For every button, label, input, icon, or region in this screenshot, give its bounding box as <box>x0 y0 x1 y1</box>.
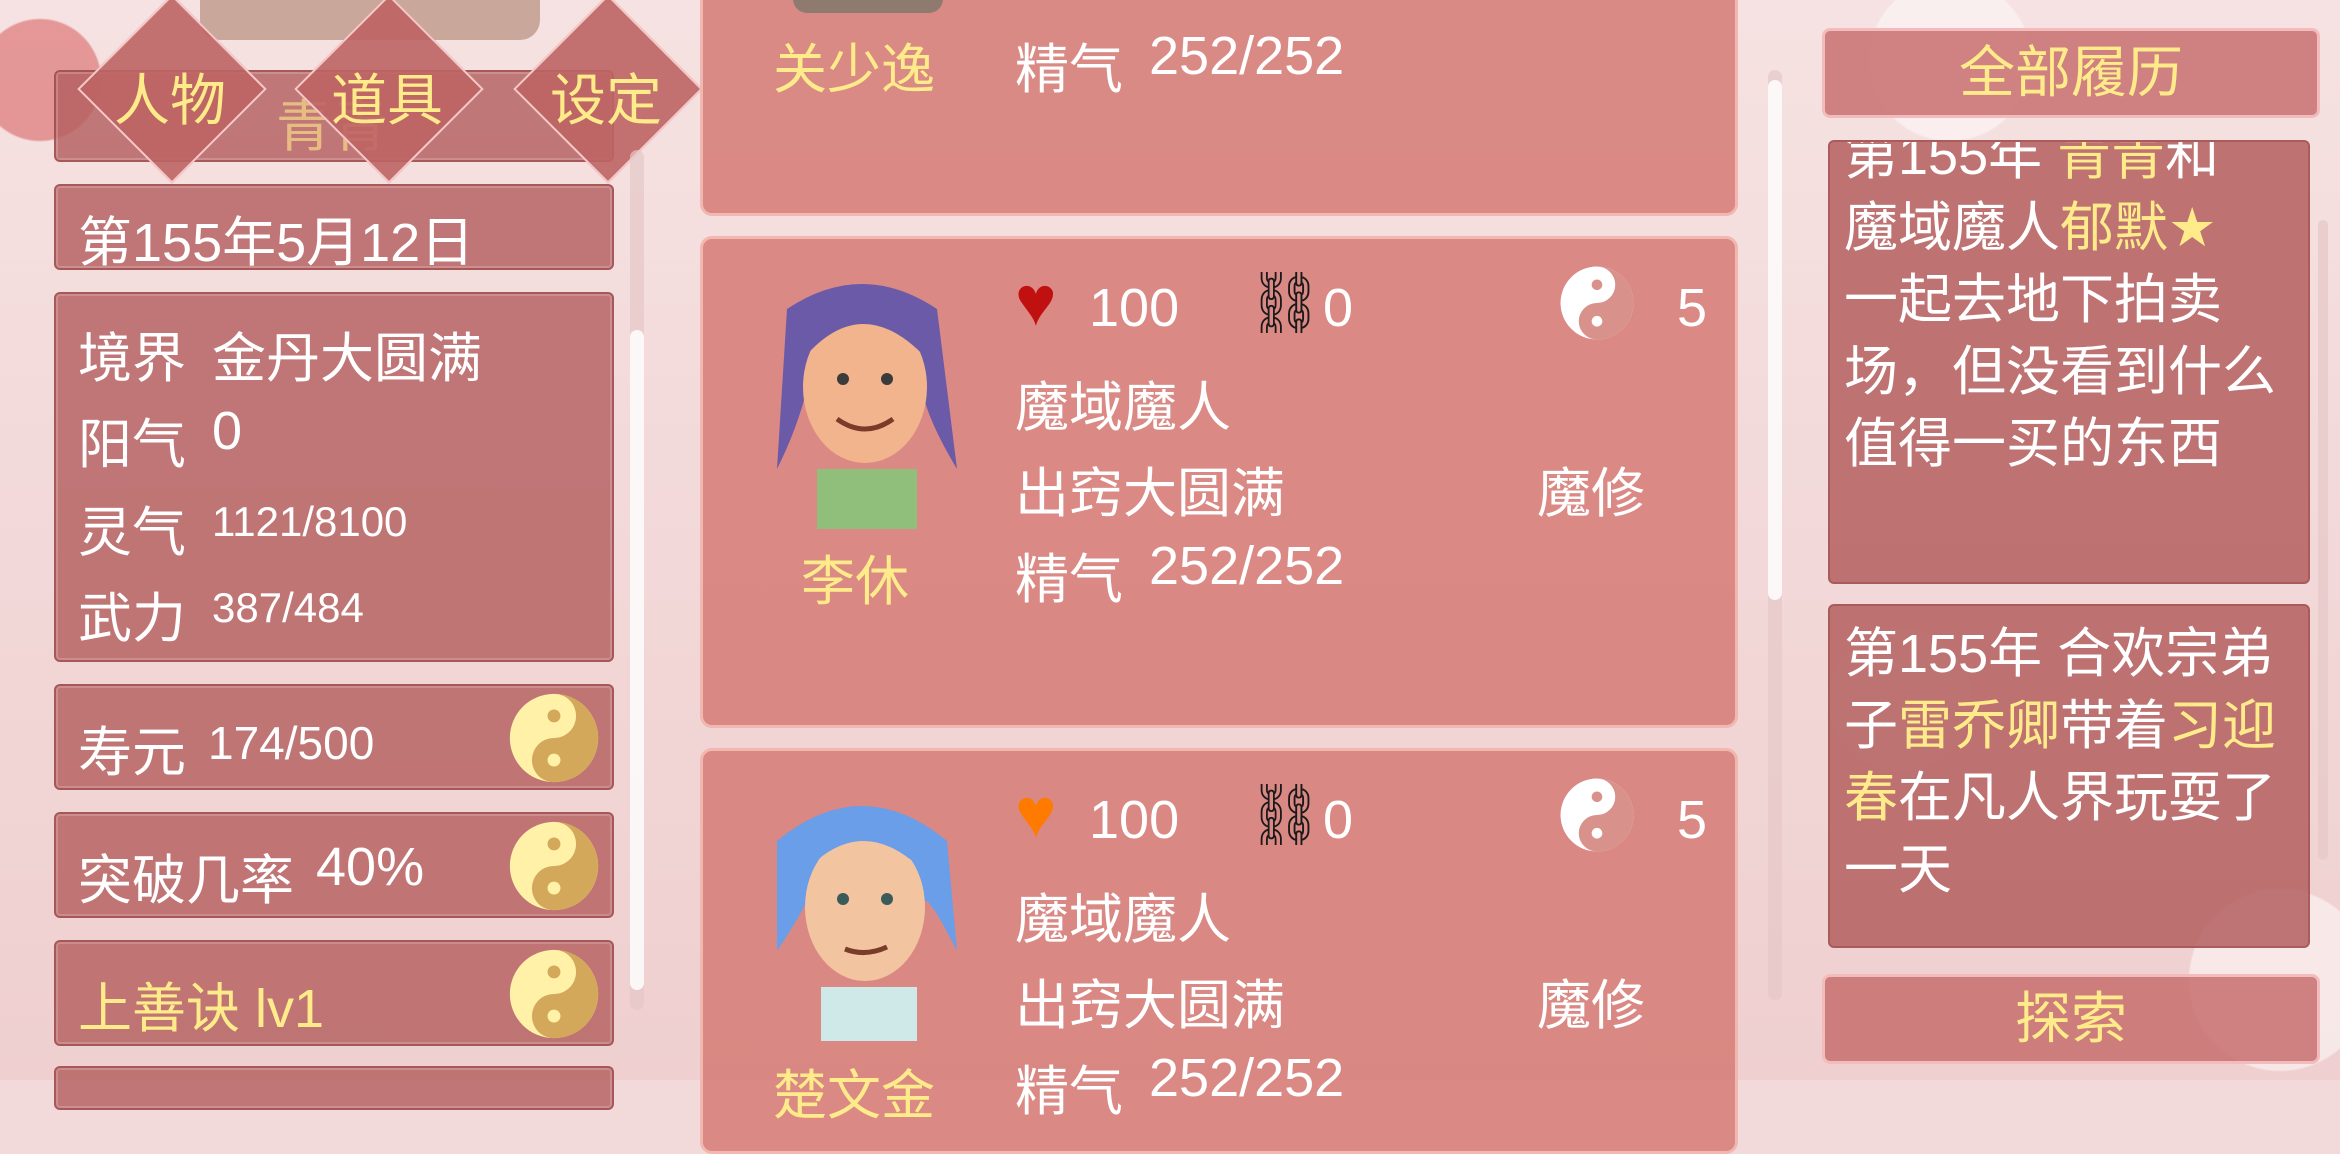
yinyang-icon[interactable] <box>508 692 600 784</box>
right-scrollbar[interactable] <box>2318 220 2328 860</box>
force-label: 武力 <box>78 589 186 649</box>
history-log-entry: 第155年 合欢宗弟子雷乔卿带着习迎春在凡人界玩耍了一天 <box>1828 604 2310 948</box>
log-text: 魔域魔人 <box>1844 198 2060 258</box>
energy-label: 精气 <box>1015 550 1123 610</box>
yinyang-value: 5 <box>1677 278 1708 338</box>
log-line: 第155年 合欢宗弟子雷乔卿带着习迎春在凡人界玩耍了一天 <box>1830 618 2308 906</box>
heart-icon: ♥ <box>1015 262 1057 340</box>
log-name-highlight: 郁默★ <box>2060 198 2217 258</box>
origin-text: 魔域魔人 <box>1015 890 1231 950</box>
force-value: 387/484 <box>212 584 364 631</box>
bond-value: 0 <box>1323 278 1354 338</box>
handcuffs-icon: ⛓ <box>1247 269 1324 336</box>
character-card[interactable]: 李休 ♥ 100 ⛓ 0 5 魔域魔人 出窍大圆满 魔修 精气 252/252 <box>700 236 1738 728</box>
spirit-label: 灵气 <box>78 503 186 563</box>
yinyang-icon[interactable] <box>508 948 600 1040</box>
lifespan-panel[interactable]: 寿元 174/500 <box>54 684 614 790</box>
energy-value: 252/252 <box>1149 536 1345 596</box>
log-text: 第155年 <box>1844 140 2058 186</box>
yinyang-icon[interactable] <box>508 820 600 912</box>
log-text: 和 <box>2165 140 2220 186</box>
realm-label: 境界 <box>78 329 186 389</box>
history-button[interactable]: 全部履历 <box>1822 28 2320 118</box>
heart-icon: ♥ <box>1015 774 1057 852</box>
realm-text: 出窍大圆满 <box>1015 464 1285 524</box>
yang-value: 0 <box>212 401 243 461</box>
character-name: 关少逸 <box>773 40 935 100</box>
tab-items[interactable]: 道具 <box>287 56 487 137</box>
character-name: 楚文金 <box>773 1066 935 1126</box>
character-portrait <box>747 781 977 1041</box>
log-line: 第155年 青青和 <box>1830 140 2308 192</box>
handcuffs-icon: ⛓ <box>1247 781 1324 848</box>
tab-settings[interactable]: 设定 <box>506 56 706 137</box>
tab-character[interactable]: 人物 <box>70 56 270 137</box>
date-text: 第155年5月12日 <box>78 213 475 273</box>
origin-text: 魔域魔人 <box>1015 378 1231 438</box>
explore-button-label: 探索 <box>2015 987 2127 1050</box>
history-log-entry: 第155年 青青和 魔域魔人郁默★ 一起去地下拍卖场，但没看到什么值得一买的东西 <box>1828 140 2310 584</box>
log-line: 魔域魔人郁默★ <box>1830 192 2308 264</box>
log-text: 带着 <box>2060 696 2168 756</box>
skill-panel[interactable]: 上善诀 lv1 <box>54 940 614 1046</box>
log-line: 一起去地下拍卖场，但没看到什么值得一买的东西 <box>1830 264 2308 480</box>
character-portrait <box>793 0 943 13</box>
heart-value: 100 <box>1089 790 1180 850</box>
energy-value: 252/252 <box>1149 1048 1345 1108</box>
spirit-value: 1121/8100 <box>212 498 408 545</box>
breakthrough-value: 40% <box>316 837 425 897</box>
breakthrough-panel[interactable]: 突破几率 40% <box>54 812 614 918</box>
date-panel: 第155年5月12日 <box>54 184 614 273</box>
log-name-highlight: 雷乔卿 <box>1898 696 2060 756</box>
yinyang-icon <box>1559 265 1635 341</box>
character-name: 李休 <box>801 552 909 612</box>
log-name-highlight: 青青 <box>2057 140 2166 186</box>
log-text: 一起去地下拍卖场，但没看到什么值得一买的东西 <box>1844 270 2276 474</box>
lifespan-label: 寿元 <box>78 723 186 783</box>
bond-value: 0 <box>1323 790 1354 850</box>
path-text: 魔修 <box>1537 976 1645 1036</box>
next-panel[interactable] <box>54 1066 614 1110</box>
lifespan-value: 174/500 <box>208 717 375 769</box>
skill-label: 上善诀 lv1 <box>78 979 325 1039</box>
yinyang-icon <box>1559 777 1635 853</box>
character-card[interactable]: 关少逸 精气 252/252 <box>700 0 1738 216</box>
realm-text: 出窍大圆满 <box>1015 976 1285 1036</box>
realm-value: 金丹大圆满 <box>212 329 482 389</box>
character-portrait <box>747 269 977 529</box>
left-scrollbar-thumb[interactable] <box>630 330 644 990</box>
character-card[interactable]: 楚文金 ♥ 100 ⛓ 0 5 魔域魔人 出窍大圆满 魔修 精气 252/252 <box>700 748 1738 1154</box>
center-scrollbar-thumb[interactable] <box>1768 80 1782 600</box>
energy-value: 252/252 <box>1149 26 1345 86</box>
stats-panel: 境界 金丹大圆满 阳气 0 灵气 1121/8100 武力 387/484 <box>54 292 614 662</box>
history-button-label: 全部履历 <box>1959 41 2183 104</box>
heart-value: 100 <box>1089 278 1180 338</box>
yang-label: 阳气 <box>78 415 186 475</box>
energy-label: 精气 <box>1015 40 1123 100</box>
explore-button[interactable]: 探索 <box>1822 974 2320 1064</box>
log-text: 在凡人界玩耍了一天 <box>1844 768 2276 900</box>
energy-label: 精气 <box>1015 1062 1123 1122</box>
yinyang-value: 5 <box>1677 790 1708 850</box>
breakthrough-label: 突破几率 <box>78 851 294 911</box>
path-text: 魔修 <box>1537 464 1645 524</box>
